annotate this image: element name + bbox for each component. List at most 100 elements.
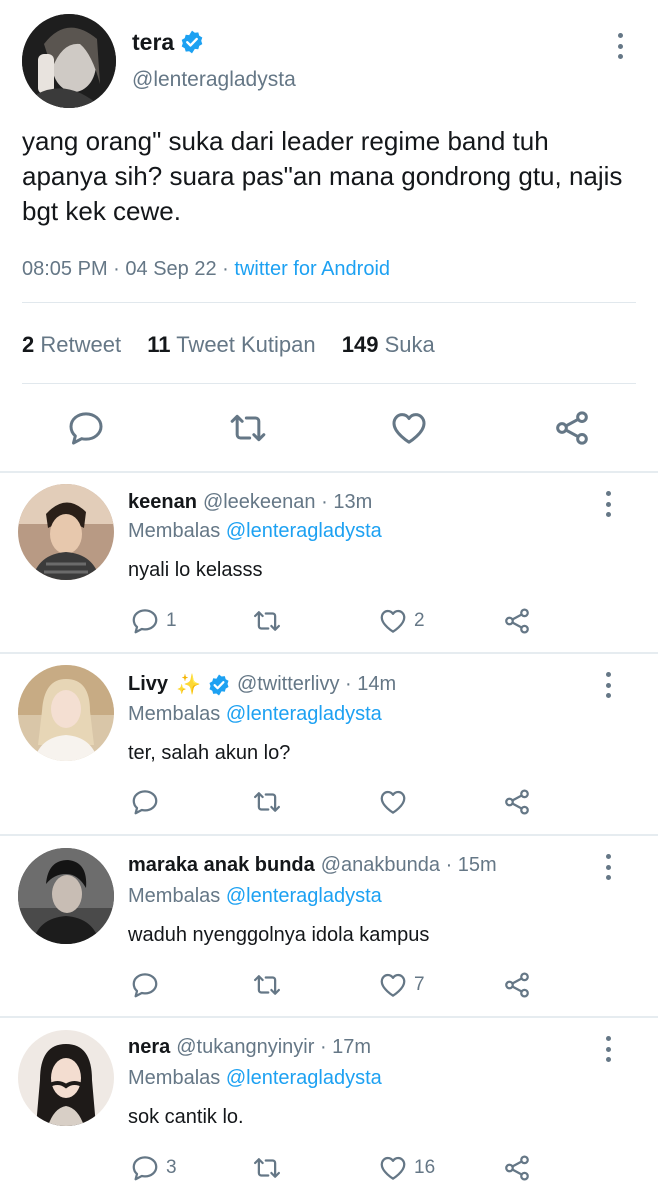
replying-to: Membalas @lenteragladysta	[128, 1067, 382, 1090]
tweet-date: 04 Sep 22	[125, 258, 217, 280]
reply-item[interactable]: keenan @leekeenan · 13m Membalas @lenter…	[0, 473, 658, 653]
reply-icon	[132, 973, 158, 998]
author-name-row: tera	[132, 27, 205, 57]
share-icon	[505, 789, 529, 815]
replying-mention[interactable]: @lenteragladysta	[226, 1067, 382, 1089]
avatar[interactable]	[18, 665, 114, 761]
reply-item[interactable]: Livy ✨ @twitterlivy · 14m Membalas @lent…	[0, 654, 658, 834]
tweet-meta: 08:05 PM · 04 Sep 22 · twitter for Andro…	[22, 258, 390, 281]
replying-mention[interactable]: @lenteragladysta	[226, 520, 382, 542]
reply-text: sok cantik lo.	[128, 1106, 244, 1128]
verified-badge-icon	[207, 673, 231, 697]
retweets-stat[interactable]: 2 Retweet	[22, 332, 121, 357]
tweet-text: yang orang" suka dari leader regime band…	[22, 126, 623, 226]
retweet-button[interactable]	[228, 408, 268, 448]
more-vertical-icon[interactable]	[603, 854, 613, 880]
heart-icon	[380, 790, 406, 814]
reply-icon	[69, 412, 103, 445]
retweet-icon	[254, 611, 280, 631]
reply-button[interactable]	[66, 408, 106, 448]
retweets-label: Retweet	[40, 332, 122, 357]
like-count: 2	[414, 610, 425, 631]
retweet-button[interactable]	[252, 970, 288, 1000]
replying-prefix: Membalas	[128, 520, 221, 542]
main-tweet: tera @lenteragladysta yang orang" suka d…	[0, 0, 658, 472]
divider	[22, 302, 636, 303]
reply-header: keenan @leekeenan · 13m	[128, 491, 372, 514]
reply-button[interactable]	[130, 787, 166, 817]
replying-prefix: Membalas	[128, 703, 221, 725]
share-button[interactable]	[502, 787, 532, 817]
meta-separator: ·	[222, 258, 229, 280]
like-button[interactable]: 7	[378, 970, 425, 1000]
retweet-button[interactable]	[252, 606, 288, 636]
reply-icon	[132, 790, 158, 815]
reply-author-name[interactable]: nera	[128, 1036, 170, 1059]
retweet-icon	[254, 1158, 280, 1178]
retweets-count: 2	[22, 332, 35, 357]
share-button[interactable]	[552, 408, 592, 448]
replying-mention[interactable]: @lenteragladysta	[226, 703, 382, 725]
likes-label: Suka	[384, 332, 435, 357]
reply-count: 1	[166, 610, 177, 631]
author-avatar[interactable]	[22, 14, 116, 108]
reply-author-handle[interactable]: @tukangnyinyir · 17m	[176, 1036, 371, 1059]
likes-stat[interactable]: 149 Suka	[342, 332, 435, 357]
like-count: 16	[414, 1157, 436, 1178]
reply-author-name[interactable]: maraka anak bunda	[128, 854, 315, 877]
reply-item[interactable]: nera @tukangnyinyir · 17m Membalas @lent…	[0, 1018, 658, 1200]
like-button[interactable]: 2	[378, 606, 425, 636]
more-vertical-icon[interactable]	[603, 672, 613, 698]
reply-header: nera @tukangnyinyir · 17m	[128, 1036, 371, 1059]
quotes-label: Tweet Kutipan	[176, 332, 316, 357]
tweet-time: 08:05 PM	[22, 258, 108, 280]
reply-button[interactable]	[130, 970, 166, 1000]
more-vertical-icon[interactable]	[603, 491, 613, 517]
share-icon	[505, 608, 529, 634]
reply-author-name[interactable]: Livy	[128, 673, 168, 696]
tweet-source-link[interactable]: twitter for Android	[234, 258, 390, 280]
like-count: 7	[414, 974, 425, 995]
quotes-stat[interactable]: 11 Tweet Kutipan	[147, 332, 315, 357]
reply-item[interactable]: maraka anak bunda @anakbunda · 15m Memba…	[0, 836, 658, 1016]
sparkles-emoji: ✨	[176, 674, 201, 696]
author-handle[interactable]: @lenteragladysta	[132, 68, 296, 92]
heart-icon	[392, 413, 426, 444]
more-vertical-icon[interactable]	[603, 1036, 613, 1062]
share-icon	[556, 411, 588, 445]
replying-prefix: Membalas	[128, 885, 221, 907]
share-button[interactable]	[502, 970, 532, 1000]
reply-author-name[interactable]: keenan	[128, 491, 197, 514]
retweet-icon	[230, 414, 266, 442]
share-button[interactable]	[502, 606, 532, 636]
more-vertical-icon[interactable]	[615, 33, 625, 59]
reply-author-handle[interactable]: @leekeenan · 13m	[203, 491, 372, 514]
meta-separator: ·	[113, 258, 120, 280]
reply-button[interactable]: 3	[130, 1153, 177, 1183]
retweet-button[interactable]	[252, 1153, 288, 1183]
replying-prefix: Membalas	[128, 1067, 221, 1089]
like-button[interactable]	[378, 787, 414, 817]
tweet-stats: 2 Retweet 11 Tweet Kutipan 149 Suka	[22, 332, 435, 358]
reply-button[interactable]: 1	[130, 606, 177, 636]
like-button[interactable]	[389, 408, 429, 448]
avatar[interactable]	[18, 1030, 114, 1126]
reply-count: 3	[166, 1157, 177, 1178]
like-button[interactable]: 16	[378, 1153, 435, 1183]
divider	[22, 383, 636, 384]
replying-mention[interactable]: @lenteragladysta	[226, 885, 382, 907]
reply-header: Livy ✨ @twitterlivy · 14m	[128, 672, 396, 697]
share-button[interactable]	[502, 1153, 532, 1183]
replying-to: Membalas @lenteragladysta	[128, 520, 382, 543]
reply-text: nyali lo kelasss	[128, 559, 263, 581]
heart-icon	[380, 1156, 406, 1180]
heart-icon	[380, 609, 406, 633]
reply-author-handle[interactable]: @twitterlivy · 14m	[237, 673, 396, 696]
avatar[interactable]	[18, 848, 114, 944]
author-name[interactable]: tera	[132, 29, 174, 56]
retweet-button[interactable]	[252, 787, 288, 817]
likes-count: 149	[341, 332, 379, 357]
reply-author-handle[interactable]: @anakbunda · 15m	[321, 854, 497, 877]
verified-badge-icon	[179, 29, 205, 55]
avatar[interactable]	[18, 484, 114, 580]
